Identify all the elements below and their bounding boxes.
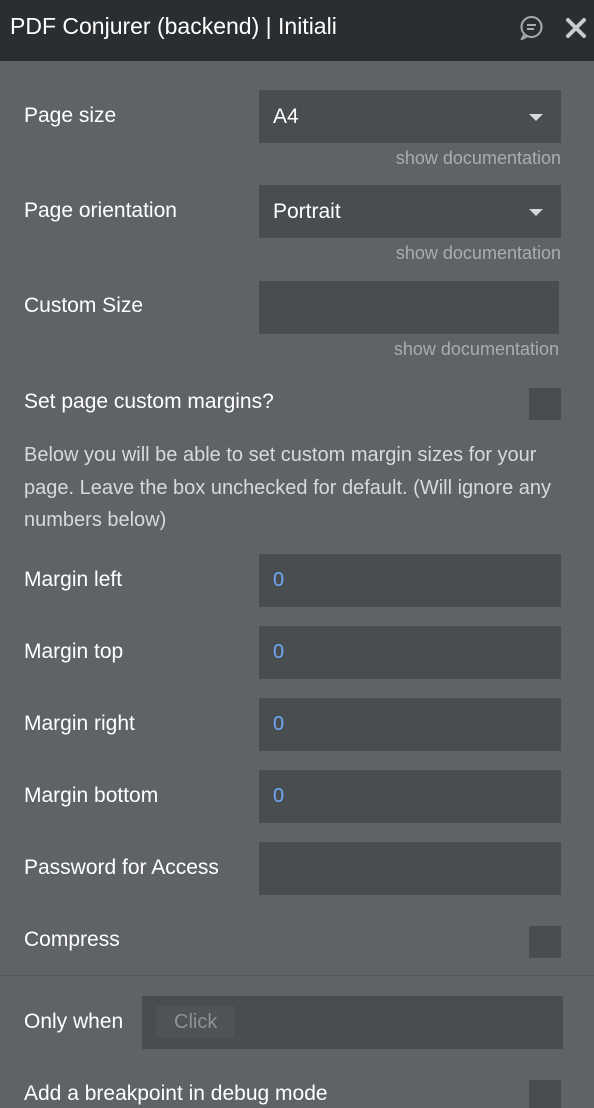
chevron-down-icon — [529, 114, 543, 121]
custom-margins-checkbox[interactable] — [529, 388, 561, 420]
margin-right-label: Margin right — [24, 712, 135, 735]
page-orientation-show-documentation[interactable]: show documentation — [396, 243, 561, 264]
custom-size-show-documentation[interactable]: show documentation — [394, 339, 559, 360]
margin-right-value: 0 — [273, 713, 285, 735]
margin-top-input[interactable]: 0 — [259, 626, 561, 679]
margin-bottom-label: Margin bottom — [24, 784, 159, 807]
close-icon[interactable] — [565, 17, 587, 39]
margin-top-value: 0 — [273, 641, 285, 663]
margin-right-input[interactable]: 0 — [259, 698, 561, 751]
margin-left-value: 0 — [273, 569, 285, 591]
chevron-down-icon — [529, 209, 543, 216]
margin-left-label: Margin left — [24, 568, 123, 591]
page-orientation-dropdown[interactable]: Portrait — [259, 185, 561, 238]
margin-bottom-input[interactable]: 0 — [259, 770, 561, 823]
margin-bottom-value: 0 — [273, 785, 285, 807]
page-size-dropdown[interactable]: A4 — [259, 90, 561, 143]
custom-size-label: Custom Size — [24, 294, 144, 317]
margins-description: Below you will be able to set custom mar… — [24, 444, 551, 531]
breakpoint-label: Add a breakpoint in debug mode — [24, 1082, 328, 1105]
password-input[interactable] — [259, 842, 561, 895]
page-size-value: A4 — [273, 105, 299, 128]
password-label: Password for Access — [24, 856, 219, 879]
only-when-label: Only when — [24, 1010, 124, 1033]
margin-top-label: Margin top — [24, 640, 124, 663]
custom-size-input[interactable] — [259, 281, 559, 334]
page-orientation-label: Page orientation — [24, 199, 177, 222]
click-placeholder[interactable]: Click — [156, 1006, 236, 1038]
only-when-condition-input[interactable]: Click — [142, 996, 563, 1049]
margin-left-input[interactable]: 0 — [259, 554, 561, 607]
comment-icon[interactable] — [519, 15, 544, 40]
page-size-show-documentation[interactable]: show documentation — [396, 148, 561, 169]
custom-margins-label: Set page custom margins? — [24, 390, 274, 413]
page-size-label: Page size — [24, 104, 117, 127]
compress-checkbox[interactable] — [529, 926, 561, 958]
breakpoint-checkbox[interactable] — [529, 1080, 561, 1108]
panel-titlebar: PDF Conjurer (backend) | Initiali — [0, 0, 594, 61]
panel-title: PDF Conjurer (backend) | Initiali — [10, 13, 337, 39]
section-divider — [0, 975, 594, 976]
page-orientation-value: Portrait — [273, 200, 341, 223]
compress-label: Compress — [24, 928, 120, 951]
